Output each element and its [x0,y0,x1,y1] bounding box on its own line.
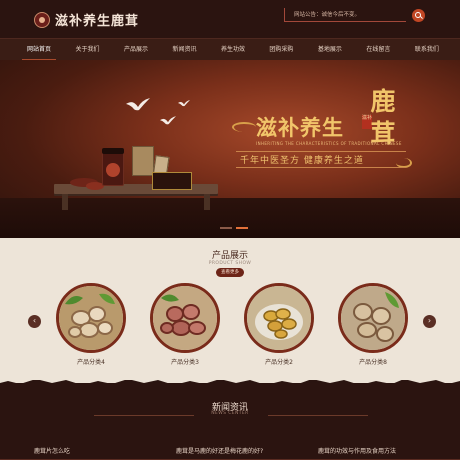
banner-title: 滋补养生 [256,115,344,140]
products-title: 产品展示 [211,251,248,261]
news-item[interactable]: 鹿茸片怎么吃 [34,446,70,455]
slider-dot[interactable] [220,227,232,229]
product-image[interactable] [338,283,408,353]
products-subtitle: PRODUCT SHOW [208,261,252,266]
news-item[interactable]: 鹿茸的功效与作用及食用方法 [318,446,396,455]
slider-dots [220,227,248,229]
products-section: 产品展示 PRODUCT SHOW 查看更多 ‹ › 产品分类4 产品分类3 产… [0,238,460,380]
swirl-ornament-icon [232,122,256,132]
main-nav: 网站首页 关于我们 产品展示 新闻资讯 养生功效 团购采购 基地展示 在线留言 联系我们 [0,38,460,61]
notice-text[interactable]: 诚信今后不变。 [322,12,361,18]
logo-text: 滋补养生鹿茸 [55,14,140,29]
banner-slogan: 千年中医圣方 健康养生之道 [240,156,364,166]
nav-item[interactable]: 关于我们 [70,39,104,61]
gift-box [152,172,192,190]
hero-banner: 滋补养生 滋补 鹿茸 INHERITING THE CHARACTERISTIC… [0,60,460,238]
product-label[interactable]: 产品分类4 [56,357,126,366]
product-jar [102,148,124,186]
site-logo[interactable]: 滋补养生鹿茸 [34,10,139,29]
slider-dot-active[interactable] [236,227,248,229]
product-image[interactable] [244,283,314,353]
nav-item[interactable]: 基地展示 [313,39,347,61]
banner-subtitle: INHERITING THE CHARACTERISTICS OF TRADIT… [256,141,402,146]
nav-item[interactable]: 网站首页 [22,39,57,61]
nav-item[interactable]: 联系我们 [410,39,444,61]
nav-item[interactable]: 养生功效 [216,39,250,61]
product-card[interactable]: 产品分类4 [56,283,126,366]
product-card[interactable]: 产品分类8 [338,283,408,366]
chevron-right-icon[interactable]: › [423,315,436,328]
search-icon[interactable] [412,9,425,22]
notice-label: 网站公告： [294,12,322,18]
chevron-left-icon[interactable]: ‹ [28,315,41,328]
nav-item[interactable]: 团购采购 [264,39,298,61]
product-card[interactable]: 产品分类2 [244,283,314,366]
product-card[interactable]: 产品分类3 [150,283,220,366]
bird-icon [126,98,150,111]
deer-logo-icon [34,11,50,28]
product-image[interactable] [56,283,126,353]
bird-icon [160,116,176,125]
product-label[interactable]: 产品分类3 [150,357,220,366]
news-item[interactable]: 鹿茸是马鹿的好还是梅花鹿的好? [176,446,263,455]
product-bag [132,146,154,176]
news-subtitle: NEWS CENTER [211,411,249,416]
bird-icon [178,100,190,107]
products-more-button[interactable]: 查看更多 [216,268,244,277]
nav-item[interactable]: 新闻资讯 [167,39,201,61]
news-list: 鹿茸片怎么吃 鹿茸是马鹿的好还是梅花鹿的好? 鹿茸的功效与作用及食用方法 [0,443,460,460]
nav-item[interactable]: 产品展示 [119,39,153,61]
news-section: 新闻资讯 NEWS CENTER 鹿茸片怎么吃 鹿茸是马鹿的好还是梅花鹿的好? … [0,383,460,460]
site-header: 滋补养生鹿茸 网站公告：诚信今后不变。 [0,0,460,38]
nav-item[interactable]: 在线留言 [361,39,395,61]
product-label[interactable]: 产品分类8 [338,357,408,366]
product-label[interactable]: 产品分类2 [244,357,314,366]
product-image[interactable] [150,283,220,353]
notice-bar: 网站公告：诚信今后不变。 [284,8,406,22]
